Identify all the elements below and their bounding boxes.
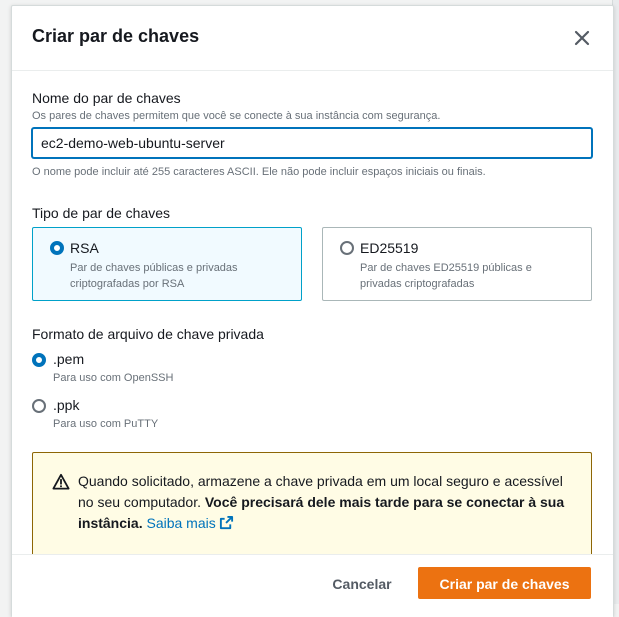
warning-icon <box>52 473 70 490</box>
key-name-label: Nome do par de chaves <box>32 90 181 106</box>
learn-more-label: Saiba mais <box>146 515 216 531</box>
rsa-description: Par de chaves públicas e privadas cripto… <box>70 262 238 290</box>
close-icon <box>574 30 590 46</box>
ed25519-title: ED25519 <box>360 240 419 256</box>
learn-more-link[interactable]: Saiba mais <box>146 515 233 531</box>
ed25519-description: Par de chaves ED25519 públicas e privada… <box>360 262 532 290</box>
cancel-button[interactable]: Cancelar <box>318 567 406 599</box>
key-name-input[interactable] <box>32 128 592 158</box>
ppk-label[interactable]: .ppk <box>53 397 79 413</box>
close-button[interactable] <box>570 26 594 50</box>
pem-label[interactable]: .pem <box>53 351 84 367</box>
dialog-title: Criar par de chaves <box>32 26 200 46</box>
create-key-pair-dialog: Criar par de chaves Nome do par de chave… <box>11 5 614 617</box>
external-link-icon <box>219 515 233 530</box>
file-format-label: Formato de arquivo de chave privada <box>32 326 264 342</box>
rsa-title: RSA <box>70 240 99 256</box>
ppk-description: Para uso com PuTTY <box>53 418 159 430</box>
rsa-radio[interactable] <box>50 241 64 255</box>
key-type-ed25519-tile[interactable]: ED25519 Par de chaves ED25519 públicas e… <box>322 227 592 301</box>
background-left <box>0 0 11 604</box>
pem-radio[interactable] <box>32 353 46 367</box>
dialog-footer: Cancelar Criar par de chaves <box>12 554 613 617</box>
key-name-description: Os pares de chaves permitem que você se … <box>32 110 441 122</box>
key-type-rsa-tile[interactable]: RSA Par de chaves públicas e privadas cr… <box>32 227 302 301</box>
warning-alert: Quando solicitado, armazene a chave priv… <box>32 452 592 562</box>
pem-description: Para uso com OpenSSH <box>53 372 174 384</box>
ppk-radio[interactable] <box>32 399 46 413</box>
warning-text: Quando solicitado, armazene a chave priv… <box>78 471 578 534</box>
ed25519-radio[interactable] <box>340 241 354 255</box>
key-name-constraint: O nome pode incluir até 255 caracteres A… <box>32 166 486 178</box>
dialog-header: Criar par de chaves <box>12 6 613 71</box>
key-type-label: Tipo de par de chaves <box>32 205 171 221</box>
create-key-pair-button[interactable]: Criar par de chaves <box>418 567 591 599</box>
